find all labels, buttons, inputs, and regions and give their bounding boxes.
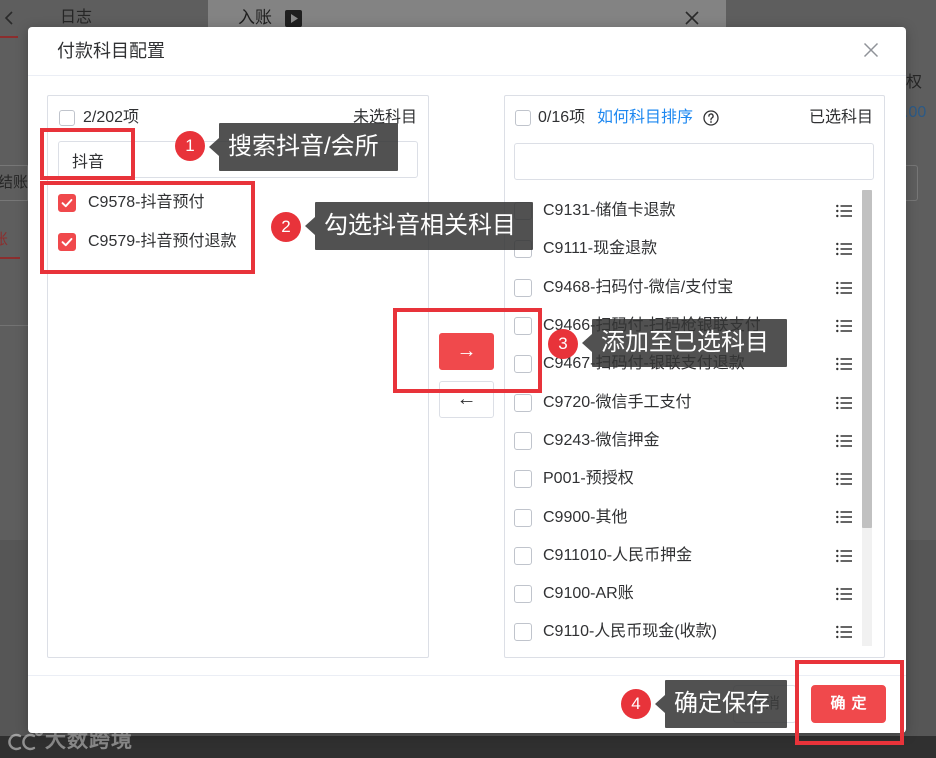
subject-checkbox[interactable] — [514, 240, 532, 259]
drag-handle-icon[interactable] — [836, 396, 852, 410]
subject-checkbox[interactable] — [514, 470, 532, 489]
amount-value: .00 — [904, 104, 927, 121]
subject-label: P001-预授权 — [543, 470, 634, 488]
subject-label: C911010-人民币押金 — [543, 546, 693, 564]
play-icon[interactable] — [285, 10, 302, 27]
scrollbar-thumb[interactable] — [862, 190, 872, 528]
subject-label: C9900-其他 — [543, 508, 628, 526]
drag-handle-icon[interactable] — [836, 281, 852, 295]
footer-divider — [28, 675, 906, 676]
question-circle-icon[interactable] — [703, 110, 719, 126]
subject-label: C9468-扫码付-微信/支付宝 — [543, 278, 734, 296]
close-icon[interactable] — [863, 42, 879, 58]
subject-label: C9578-抖音预付 — [88, 194, 205, 211]
drag-handle-icon[interactable] — [836, 587, 852, 601]
subject-label: C9466-扫码付-扫码枪银联支付 — [543, 317, 761, 335]
unselected-count: 2/202项 — [83, 109, 140, 126]
subject-label: C9110-人民币现金(收款) — [543, 623, 717, 641]
list-item[interactable]: C9467-扫码付-银联支付退款 — [505, 345, 855, 383]
auth-column-header: 权 — [906, 74, 923, 91]
subject-label: C9243-微信押金 — [543, 431, 660, 449]
payment-subject-config-dialog: 付款科目配置 2/202项 未选科目 C9578-抖音预付 C9579-抖音预付… — [28, 27, 906, 733]
active-tab-underline — [0, 257, 20, 259]
drag-handle-icon[interactable] — [836, 357, 852, 371]
list-item[interactable]: C9100-AR账 — [505, 575, 855, 613]
select-all-unselected-checkbox[interactable] — [59, 110, 75, 126]
list-item[interactable]: C9720-微信手工支付 — [505, 384, 855, 422]
selected-search-input[interactable] — [514, 143, 874, 180]
subject-checkbox[interactable] — [514, 546, 532, 565]
move-to-unselected-button[interactable]: ← — [439, 381, 494, 418]
select-all-selected-checkbox[interactable] — [515, 110, 531, 126]
subject-checkbox[interactable] — [514, 317, 532, 336]
selected-count: 0/16项 — [538, 109, 586, 126]
selected-subjects-panel: 0/16项 如何科目排序 已选科目 C9131-储值卡退款 C9111-现金退款… — [504, 95, 885, 658]
tab-log[interactable]: 日志 — [60, 8, 92, 28]
subject-label: C9720-微信手工支付 — [543, 393, 692, 411]
subject-checkbox[interactable] — [58, 233, 76, 251]
list-item[interactable]: C9466-扫码付-扫码枪银联支付 — [505, 307, 855, 345]
move-to-selected-button[interactable]: → — [439, 333, 494, 370]
unselected-search-input[interactable] — [58, 141, 418, 178]
list-scrollbar[interactable] — [862, 190, 872, 646]
list-item[interactable]: C9579-抖音预付退款 — [58, 233, 418, 251]
entry-dialog-behind: 入账 — [208, 0, 726, 27]
header-divider — [28, 75, 906, 76]
unselected-panel-title: 未选科目 — [352, 109, 417, 126]
list-item[interactable]: C911010-人民币押金 — [505, 537, 855, 575]
subject-checkbox[interactable] — [514, 278, 532, 297]
active-tab-label[interactable]: 账 — [0, 231, 8, 249]
subject-label: C9111-现金退款 — [543, 240, 658, 258]
subject-checkbox[interactable] — [514, 355, 532, 374]
selected-subject-list: C9131-储值卡退款 C9111-现金退款 C9468-扫码付-微信/支付宝 … — [505, 190, 884, 652]
entry-dialog-title: 入账 — [238, 8, 272, 27]
subject-checkbox[interactable] — [514, 431, 532, 450]
drag-handle-icon[interactable] — [836, 472, 852, 486]
dialog-title: 付款科目配置 — [57, 41, 165, 61]
list-item[interactable]: C9243-微信押金 — [505, 422, 855, 460]
confirm-button[interactable]: 确定 — [811, 685, 886, 723]
subject-checkbox[interactable] — [514, 393, 532, 412]
drag-handle-icon[interactable] — [836, 319, 852, 333]
list-item[interactable]: C9110-人民币现金(收款) — [505, 613, 855, 651]
subject-checkbox[interactable] — [58, 194, 76, 212]
drag-handle-icon[interactable] — [836, 204, 852, 218]
list-item[interactable]: C9578-抖音预付 — [58, 194, 418, 212]
list-item[interactable]: C9131-储值卡退款 — [505, 192, 855, 230]
subject-checkbox[interactable] — [514, 202, 532, 221]
list-item[interactable]: C9900-其他 — [505, 498, 855, 536]
drag-handle-icon[interactable] — [836, 625, 852, 639]
subject-label: C9100-AR账 — [543, 585, 634, 603]
sort-help-link[interactable]: 如何科目排序 — [597, 108, 693, 128]
background-bottom-strip — [0, 736, 936, 758]
checkout-button[interactable]: 结账 — [0, 174, 28, 192]
subject-label: C9467-扫码付-银联支付退款 — [543, 355, 745, 373]
drag-handle-icon[interactable] — [836, 242, 852, 256]
cancel-button[interactable]: 取消 — [733, 685, 797, 723]
drag-handle-icon[interactable] — [836, 510, 852, 524]
chevron-left-icon[interactable] — [4, 11, 14, 25]
list-item[interactable]: P001-预授权 — [505, 460, 855, 498]
list-item[interactable]: C9111-现金退款 — [505, 230, 855, 268]
subject-label: C9579-抖音预付退款 — [88, 233, 237, 250]
subject-checkbox[interactable] — [514, 585, 532, 604]
subject-checkbox[interactable] — [514, 623, 532, 642]
background-divider — [0, 325, 28, 326]
subject-checkbox[interactable] — [514, 508, 532, 527]
drag-handle-icon[interactable] — [836, 549, 852, 563]
list-item[interactable]: C9468-扫码付-微信/支付宝 — [505, 269, 855, 307]
unselected-subjects-panel: 2/202项 未选科目 C9578-抖音预付 C9579-抖音预付退款 — [47, 95, 429, 658]
subject-label: C9131-储值卡退款 — [543, 202, 676, 220]
drag-handle-icon[interactable] — [836, 434, 852, 448]
active-tab-indicator — [0, 36, 18, 38]
selected-panel-title: 已选科目 — [808, 109, 873, 126]
close-icon[interactable] — [684, 10, 700, 26]
